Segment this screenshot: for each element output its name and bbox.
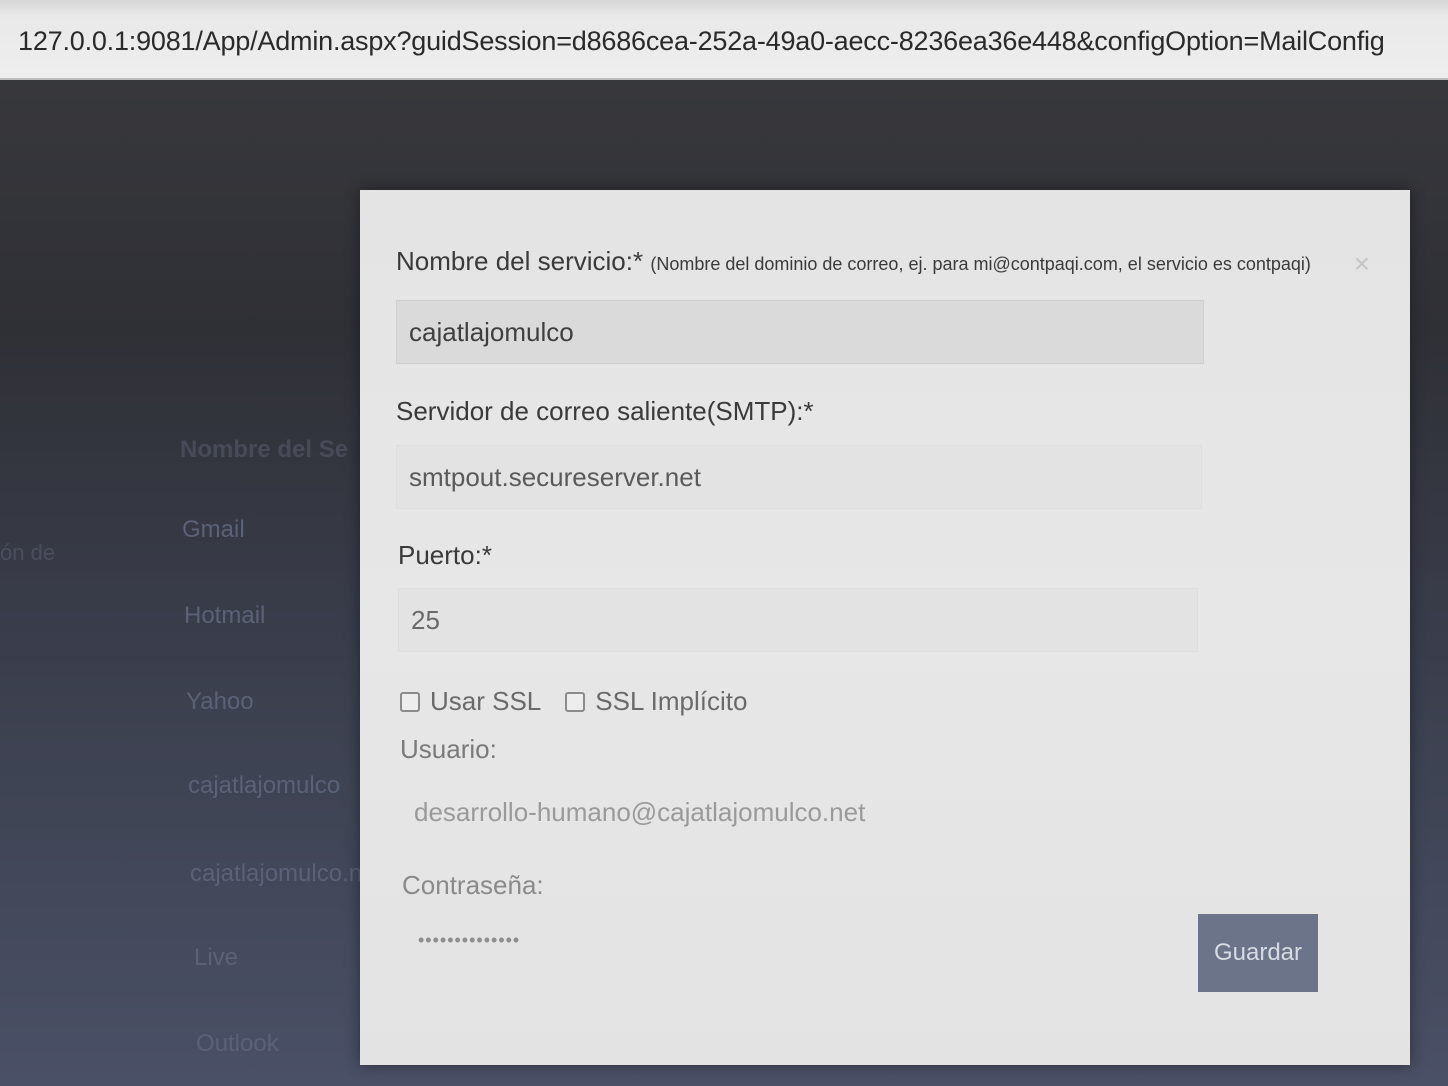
user-label: Usuario: — [400, 734, 497, 764]
smtp-server-input[interactable]: smtpout.secureserver.net — [396, 445, 1202, 509]
password-input[interactable]: •••••••••••••• — [418, 930, 520, 951]
user-value: desarrollo-humano@cajatlajomulco.net — [414, 796, 866, 827]
port-label: Puerto:* — [398, 540, 492, 570]
background-item-hotmail: Hotmail — [184, 602, 266, 629]
user-input[interactable]: desarrollo-humano@cajatlajomulco.net — [402, 780, 1192, 844]
mail-config-modal: × Nombre del servicio:* (Nombre del domi… — [360, 190, 1410, 1065]
background-item-gmail: Gmail — [182, 516, 245, 543]
password-label: Contraseña: — [402, 870, 544, 900]
service-name-hint: (Nombre del dominio de correo, ej. para … — [650, 254, 1311, 274]
service-name-label: Nombre del servicio:* (Nombre del domini… — [396, 246, 1311, 277]
service-name-input[interactable]: cajatlajomulco — [396, 300, 1204, 364]
background-item-cajatlajomulco-n: cajatlajomulco.n — [190, 860, 363, 887]
ssl-options: Usar SSL SSL Implícito — [400, 686, 761, 717]
save-button[interactable]: Guardar — [1198, 914, 1318, 992]
port-value: 25 — [411, 604, 440, 635]
service-name-label-text: Nombre del servicio:* — [396, 246, 644, 276]
use-ssl-checkbox[interactable] — [400, 691, 420, 712]
use-ssl-label: Usar SSL — [430, 686, 542, 716]
background-heading: Nombre del Se — [180, 436, 349, 463]
implicit-ssl-label: SSL Implícito — [595, 686, 748, 716]
smtp-server-value: smtpout.secureserver.net — [409, 461, 701, 492]
background-item-yahoo: Yahoo — [186, 688, 254, 715]
close-icon[interactable]: × — [1354, 250, 1370, 278]
background-item-live: Live — [194, 944, 239, 971]
smtp-server-label: Servidor de correo saliente(SMTP):* — [396, 396, 814, 426]
background-item-cajatlajomulco: cajatlajomulco — [188, 772, 341, 799]
port-input[interactable]: 25 — [398, 588, 1198, 652]
background-service-list — [0, 80, 380, 1086]
background-side-text: ón de — [0, 540, 56, 565]
implicit-ssl-checkbox[interactable] — [565, 691, 586, 712]
background-item-outlook: Outlook — [196, 1030, 279, 1057]
service-name-value: cajatlajomulco — [409, 316, 574, 347]
url-text[interactable]: 127.0.0.1:9081/App/Admin.aspx?guidSessio… — [18, 26, 1385, 57]
browser-address-bar[interactable]: 127.0.0.1:9081/App/Admin.aspx?guidSessio… — [0, 0, 1448, 80]
